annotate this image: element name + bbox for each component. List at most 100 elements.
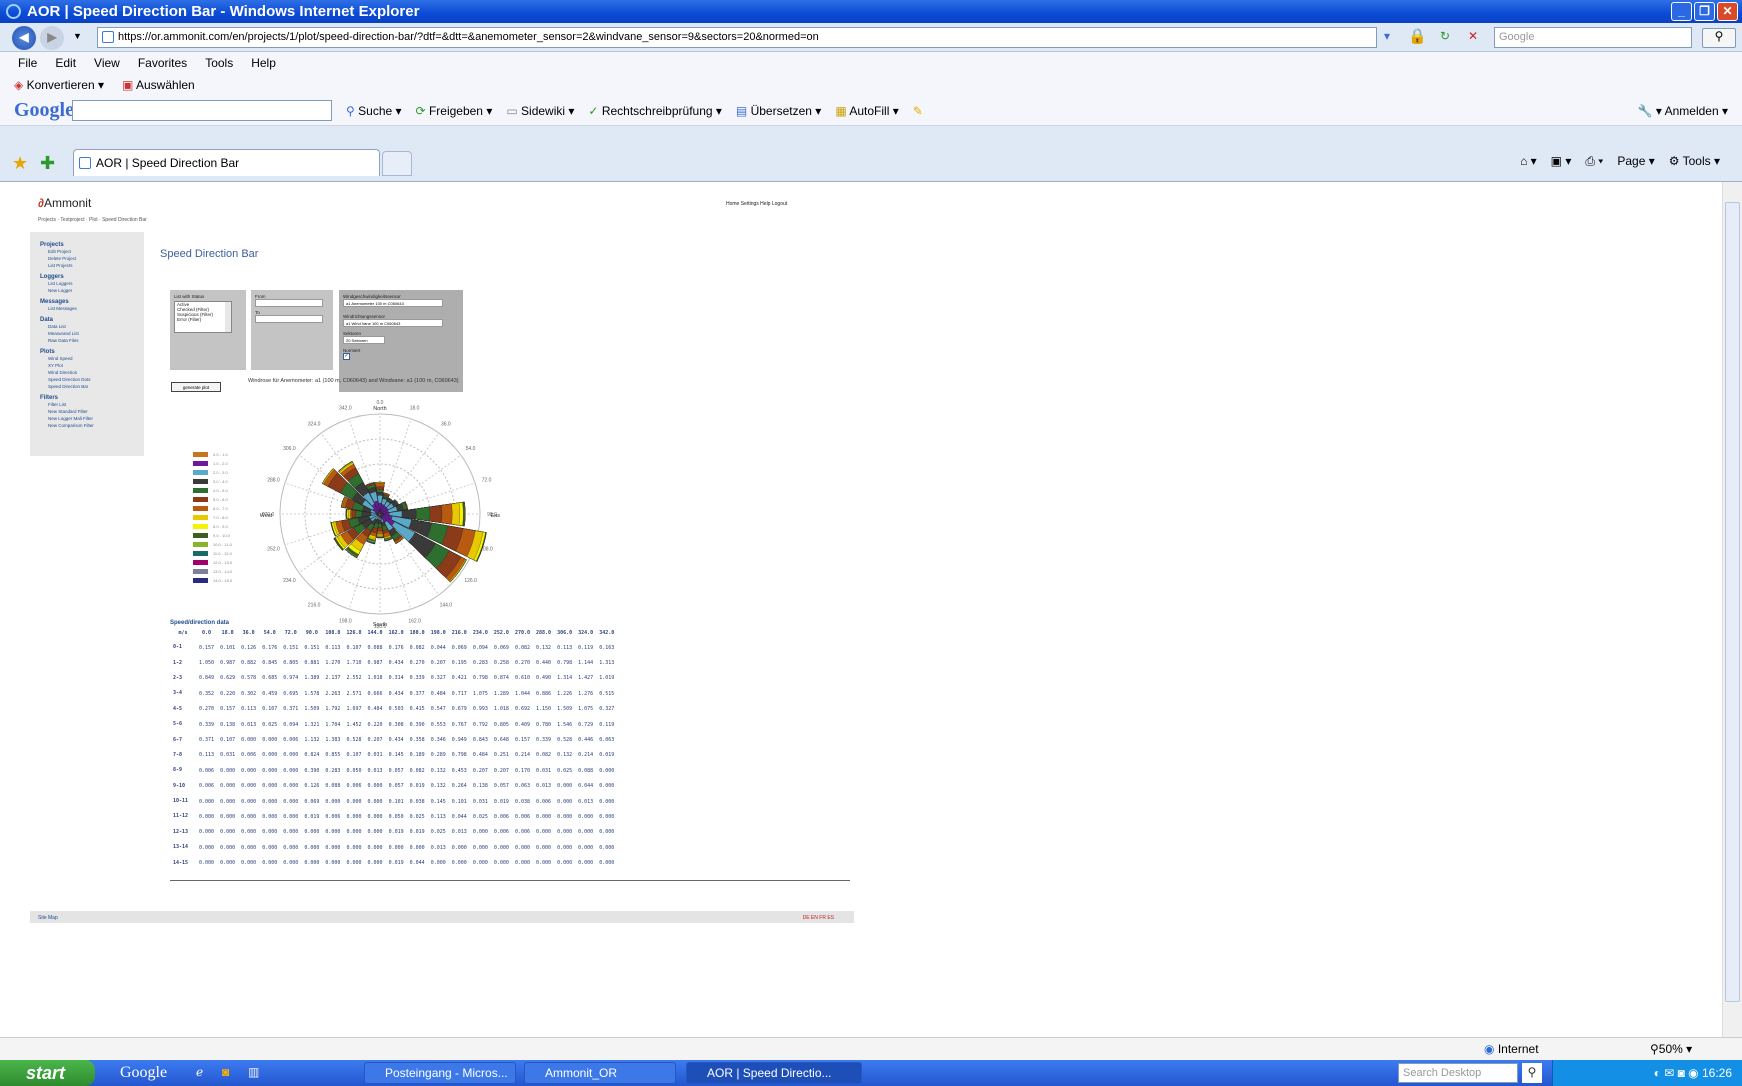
favorites-star-icon[interactable]: ★ [12, 153, 28, 174]
share-button[interactable]: ⟳ Freigeben ▾ [416, 104, 493, 118]
menu-help[interactable]: Help [251, 56, 276, 70]
zoom-control[interactable]: ⚲50% ▾ [1650, 1042, 1692, 1056]
page-menu[interactable]: Page ▾ [1617, 154, 1654, 169]
sidebar-link[interactable]: Wind Speed [40, 355, 144, 362]
scrollbar-thumb[interactable] [1725, 202, 1740, 1002]
to-input[interactable] [255, 315, 323, 323]
sidebar-link[interactable]: Filter List [40, 401, 144, 408]
sidebar-link[interactable]: List Messages [40, 305, 144, 312]
signin-button[interactable]: 🔧 ▾ Anmelden ▾ [1638, 104, 1728, 118]
sidebar-link[interactable]: List Projects [40, 262, 144, 269]
table-cell: 0.145 [388, 752, 404, 759]
select-button[interactable]: ▣ Auswählen [122, 78, 195, 92]
url-dropdown-icon[interactable]: ▾ [1384, 29, 1390, 43]
ammonit-logo[interactable]: ∂Ammonit [38, 196, 91, 210]
sidewiki-button[interactable]: ▭ Sidewiki ▾ [506, 104, 574, 118]
listbox-scrollbar[interactable] [225, 302, 231, 332]
breadcrumb[interactable]: Projects · Testproject · Plot · Speed Di… [38, 217, 147, 223]
ie-logo-icon [6, 4, 21, 19]
taskbar-item-browser[interactable]: AOR | Speed Directio... [686, 1062, 862, 1084]
sidebar-link[interactable]: Delete Project [40, 255, 144, 262]
menu-edit[interactable]: Edit [55, 56, 76, 70]
refresh-icon[interactable]: ↻ [1440, 29, 1450, 43]
nav-dropdown-icon[interactable]: ▼ [73, 31, 82, 41]
sidebar-link[interactable]: New Standard Filter [40, 408, 144, 415]
column-header: 324.0 [578, 630, 594, 636]
print-icon[interactable]: ⎙ ▾ [1585, 154, 1603, 169]
table-cell: 0.000 [241, 860, 257, 867]
top-nav[interactable]: Home Settings Help Logout [726, 201, 787, 207]
menu-favorites[interactable]: Favorites [138, 56, 187, 70]
tray-icons[interactable]: ◐ ✉ ◙ ◉ [1654, 1066, 1702, 1080]
sidebar-link[interactable]: Measurand List [40, 330, 144, 337]
tab-active[interactable]: AOR | Speed Direction Bar [73, 149, 380, 176]
autofill-label: AutoFill [849, 103, 890, 118]
table-cell: 0.692 [514, 706, 530, 713]
sidebar-link[interactable]: New Logger [40, 287, 144, 294]
quicklaunch-outlook-icon[interactable]: ◙ [222, 1065, 229, 1079]
sidebar-link[interactable]: New Comparison Filter [40, 422, 144, 429]
desktop-search-icon[interactable]: ⚲ [1522, 1063, 1542, 1083]
status-listbox[interactable]: Active Checked (Filter) Suspicious (Filt… [174, 301, 232, 333]
convert-button[interactable]: ◈ Konvertieren ▾ [14, 78, 104, 92]
sidebar-link[interactable]: Edit Project [40, 248, 144, 255]
vertical-scrollbar[interactable] [1722, 182, 1742, 1037]
windvane-select[interactable]: a1 Wind Vane 100 m C060643 [343, 319, 443, 327]
generate-plot-button[interactable]: generate plot [171, 382, 221, 392]
translate-button[interactable]: ▤ Übersetzen ▾ [736, 104, 821, 118]
minimize-button[interactable]: _ [1671, 2, 1692, 21]
sidebar-link[interactable]: XY Plot [40, 362, 144, 369]
google-taskbar-logo[interactable]: Google [120, 1064, 167, 1082]
sidebar-link[interactable]: Wind Direction [40, 369, 144, 376]
home-icon[interactable]: ⌂ ▾ [1520, 154, 1537, 169]
sectors-select[interactable]: 20 Sektoren [343, 336, 385, 344]
url-field[interactable]: https://or.ammonit.com/en/projects/1/plo… [97, 27, 1377, 48]
taskbar-item-outlook[interactable]: Posteingang - Micros... [364, 1062, 516, 1084]
normed-checkbox[interactable]: ✓ [343, 353, 350, 360]
zone-indicator[interactable]: ◉ Internet [1484, 1042, 1539, 1056]
quicklaunch-app-icon[interactable]: ▥ [248, 1065, 259, 1079]
google-search-button[interactable]: ⚲ Suche ▾ [346, 104, 402, 118]
close-button[interactable]: ✕ [1717, 2, 1738, 21]
site-map-link[interactable]: Site Map [38, 915, 58, 921]
menu-file[interactable]: File [18, 56, 37, 70]
table-row: 2-3 0.849 0.629 0.578 0.685 0.974 1.389 2.137 2.… [170, 671, 617, 686]
table-row: 0-1 0.157 0.101 0.126 0.176 0.151 0.151 0.113 0.… [170, 640, 617, 655]
sidebar-link[interactable]: Raw Data Files [40, 337, 144, 344]
from-input[interactable] [255, 299, 323, 307]
search-field[interactable]: Google [1494, 27, 1692, 48]
table-cell: 0.798 [451, 752, 467, 759]
back-button[interactable]: ◀ [12, 26, 36, 50]
new-tab-button[interactable] [382, 151, 412, 176]
add-favorites-icon[interactable]: ✚ [40, 153, 55, 174]
google-search-input[interactable] [72, 100, 332, 121]
feeds-icon[interactable]: ▣ ▾ [1551, 154, 1572, 169]
stop-icon[interactable]: ✕ [1468, 29, 1478, 43]
lock-icon[interactable]: 🔒 [1408, 27, 1427, 45]
tools-menu[interactable]: ⚙ Tools ▾ [1669, 154, 1720, 169]
table-cell: 0.000 [262, 813, 278, 820]
table-cell: 0.792 [472, 721, 488, 728]
sidebar-link[interactable]: Data List [40, 323, 144, 330]
start-button[interactable]: start [0, 1060, 95, 1086]
sidebar-link[interactable]: Speed Direction Dots [40, 376, 144, 383]
language-links[interactable]: DE EN FR ES [803, 915, 834, 921]
status-option[interactable]: Error (Filter) [177, 317, 231, 322]
highlight-icon[interactable]: ✎ [913, 104, 923, 118]
autofill-button[interactable]: ▦ AutoFill ▾ [835, 104, 898, 118]
sidebar-link[interactable]: List Loggers [40, 280, 144, 287]
sidebar-link[interactable]: Speed Direction Bar [40, 383, 144, 390]
table-cell: 0.000 [262, 860, 278, 867]
spellcheck-button[interactable]: ✓ Rechtschreibprüfung ▾ [588, 104, 722, 118]
desktop-search-input[interactable]: Search Desktop [1398, 1063, 1518, 1083]
search-icon[interactable]: ⚲ [1702, 28, 1736, 48]
taskbar-item-folder[interactable]: Ammonit_OR [524, 1062, 676, 1084]
menu-tools[interactable]: Tools [205, 56, 233, 70]
sidebar-link[interactable]: New Logger Mali Filter [40, 415, 144, 422]
quicklaunch-ie-icon[interactable]: ℯ [196, 1065, 203, 1079]
table-cell: 0.113 [557, 644, 573, 651]
maximize-button[interactable]: ❐ [1694, 2, 1715, 21]
anemometer-select[interactable]: a1 Anemometer 100 m C060643 [343, 299, 443, 307]
menu-view[interactable]: View [94, 56, 120, 70]
forward-button[interactable]: ▶ [40, 26, 64, 50]
